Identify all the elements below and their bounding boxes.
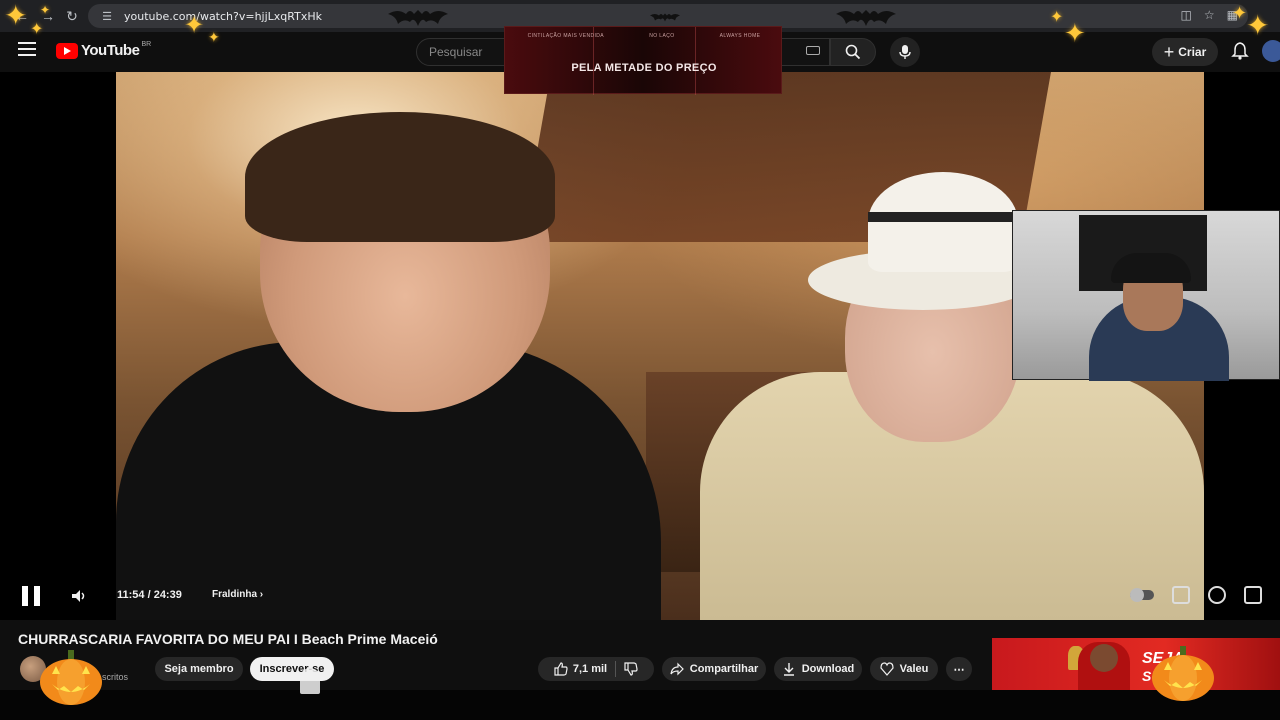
chapter-title[interactable]: Fraldinha › bbox=[212, 589, 263, 600]
url-text: youtube.com/watch?v=hjjLxqRTxHk bbox=[124, 9, 322, 23]
jack-o-lantern-icon bbox=[1152, 646, 1214, 701]
download-label: Download bbox=[801, 663, 855, 675]
jack-o-lantern-icon bbox=[40, 650, 102, 705]
fullscreen-icon[interactable] bbox=[1244, 586, 1262, 604]
sparkle-icon: ✦ bbox=[1064, 18, 1086, 48]
like-dislike-group: 7,1 mil bbox=[538, 657, 654, 681]
autoplay-toggle[interactable] bbox=[1130, 588, 1154, 602]
share-icon bbox=[670, 662, 684, 676]
sparkle-icon: ✦ bbox=[1232, 3, 1248, 23]
account-avatar[interactable] bbox=[1262, 40, 1280, 62]
subscribe-button[interactable]: Inscrever-se bbox=[250, 657, 334, 681]
create-label: Criar bbox=[1178, 45, 1207, 59]
search-icon bbox=[845, 44, 861, 60]
install-app-icon[interactable]: ◫ bbox=[1181, 8, 1192, 22]
more-icon: ⋯ bbox=[953, 663, 965, 676]
video-player[interactable] bbox=[0, 72, 1280, 620]
ad-top-item: ALWAYS HOME bbox=[719, 33, 761, 39]
super-thanks-icon bbox=[880, 662, 894, 676]
ad-headline: PELA METADE DO PREÇO bbox=[571, 62, 717, 74]
create-button[interactable]: + Criar bbox=[1152, 38, 1218, 66]
subtitles-icon[interactable] bbox=[1172, 586, 1190, 604]
thanks-button[interactable]: Valeu bbox=[870, 657, 938, 681]
download-button[interactable]: Download bbox=[774, 657, 862, 681]
share-label: Compartilhar bbox=[689, 663, 759, 675]
halloween-ground-silhouette bbox=[0, 690, 1280, 720]
pause-button[interactable] bbox=[22, 586, 40, 606]
sparkle-icon: ✦ bbox=[40, 3, 51, 17]
youtube-logo[interactable]: YouTube BR bbox=[56, 41, 152, 59]
more-actions-button[interactable]: ⋯ bbox=[946, 657, 972, 681]
ad-banner[interactable]: CINTILAÇÃO MAIS VENDIDA NO LAÇO ALWAYS H… bbox=[504, 26, 782, 95]
chapter-label: Fraldinha bbox=[212, 589, 258, 600]
player-controls: 11:54 / 24:39 Fraldinha › bbox=[0, 582, 1280, 610]
sparkle-icon: ✦ bbox=[208, 29, 220, 45]
sparkle-icon: ✦ bbox=[184, 12, 205, 39]
download-icon bbox=[783, 663, 794, 676]
thanks-label: Valeu bbox=[899, 663, 929, 675]
join-button[interactable]: Seja membro bbox=[155, 657, 243, 681]
voice-search-button[interactable] bbox=[890, 37, 920, 67]
sparkle-icon: ✦ bbox=[1050, 9, 1064, 26]
sparkle-icon: ✦ bbox=[30, 21, 44, 38]
ad-top-item: CINTILAÇÃO MAIS VENDIDA bbox=[527, 33, 605, 39]
volume-icon[interactable] bbox=[70, 587, 88, 605]
share-button[interactable]: Compartilhar bbox=[662, 657, 766, 681]
chevron-right-icon: › bbox=[259, 589, 264, 600]
time-display: 11:54 / 24:39 bbox=[117, 589, 182, 601]
microphone-icon bbox=[899, 45, 911, 59]
bookmark-star-icon[interactable]: ☆ bbox=[1204, 8, 1215, 22]
keyboard-icon[interactable] bbox=[806, 46, 820, 55]
subscriber-count: scritos bbox=[102, 672, 129, 682]
bat-icon bbox=[388, 10, 448, 26]
plus-icon: + bbox=[1163, 42, 1175, 62]
like-count: 7,1 mil bbox=[572, 663, 608, 675]
hamburger-menu-icon[interactable] bbox=[18, 42, 36, 56]
ghost-decoration bbox=[300, 668, 320, 694]
reload-icon[interactable]: ↻ bbox=[60, 4, 84, 28]
ad-top-item: NO LAÇO bbox=[649, 33, 675, 39]
youtube-play-icon bbox=[56, 42, 78, 59]
sparkle-icon: ✦ bbox=[4, 0, 28, 31]
sparkle-icon: ✦ bbox=[1246, 10, 1270, 41]
thumbs-up-icon bbox=[554, 662, 568, 676]
like-button[interactable]: 7,1 mil bbox=[554, 662, 607, 676]
thumbs-down-icon[interactable] bbox=[624, 662, 638, 676]
streamer-webcam bbox=[1012, 210, 1280, 381]
bat-icon bbox=[836, 10, 896, 26]
settings-gear-icon[interactable] bbox=[1208, 586, 1226, 604]
bat-icon bbox=[650, 13, 680, 22]
logo-text: YouTube bbox=[81, 42, 140, 59]
join-label: Seja membro bbox=[164, 663, 234, 675]
video-title: CHURRASCARIA FAVORITA DO MEU PAI I Beach… bbox=[18, 631, 438, 647]
country-code: BR bbox=[141, 41, 152, 48]
site-info-icon[interactable]: ☰ bbox=[98, 7, 116, 25]
notifications-bell-icon[interactable] bbox=[1230, 41, 1250, 61]
search-button[interactable] bbox=[830, 38, 876, 66]
